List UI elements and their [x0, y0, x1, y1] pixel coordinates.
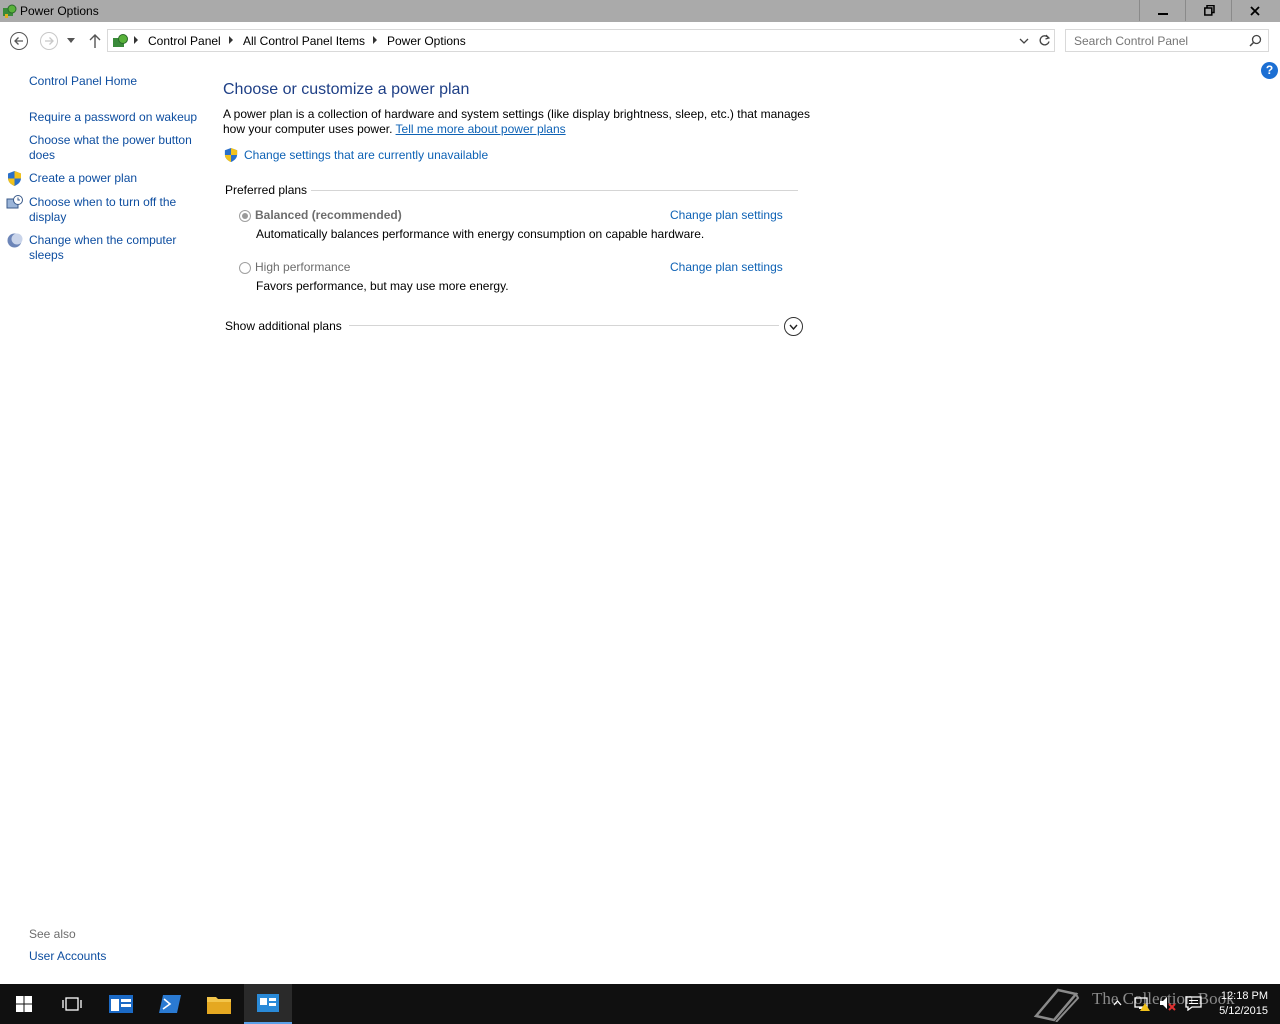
show-hidden-icons-button[interactable] — [1108, 994, 1126, 1012]
notification-icon — [1184, 995, 1202, 1011]
breadcrumb-control-panel[interactable]: Control Panel — [148, 34, 221, 48]
plan-radio-balanced[interactable] — [239, 210, 251, 222]
taskbar-server-manager[interactable] — [97, 984, 145, 1024]
sidebar-item-user-accounts[interactable]: User Accounts — [29, 949, 106, 964]
sidebar-item-turn-off-display[interactable]: Choose when to turn off the display — [29, 195, 199, 225]
plan-description-balanced: Automatically balances performance with … — [256, 227, 705, 241]
restore-icon — [1203, 5, 1215, 16]
clock-date: 5/12/2015 — [1219, 1005, 1268, 1017]
sidebar-item-power-button[interactable]: Choose what the power button does — [29, 133, 199, 163]
sidebar-item-require-password[interactable]: Require a password on wakeup — [29, 110, 197, 125]
chevron-up-icon — [1113, 1000, 1121, 1006]
sidebar-item-computer-sleeps[interactable]: Change when the computer sleeps — [29, 233, 199, 263]
sidebar-item-create-plan[interactable]: Create a power plan — [29, 171, 137, 186]
taskbar-control-panel[interactable] — [244, 984, 292, 1024]
close-button[interactable] — [1232, 0, 1278, 21]
tray-volume[interactable] — [1159, 994, 1177, 1012]
page-description: A power plan is a collection of hardware… — [223, 107, 823, 137]
address-dropdown-icon[interactable] — [1019, 38, 1029, 44]
moon-icon — [7, 233, 23, 248]
windows-logo-icon — [16, 996, 32, 1012]
up-button[interactable] — [84, 31, 106, 51]
see-also-heading: See also — [29, 927, 76, 941]
page-title: Choose or customize a power plan — [223, 81, 470, 98]
control-panel-icon — [113, 34, 128, 47]
restore-button[interactable] — [1186, 0, 1232, 21]
taskbar: The Collection Book 12:18 PM 5/12/2015 — [0, 984, 1280, 1024]
minimize-button[interactable] — [1140, 0, 1186, 21]
breadcrumb-all-items[interactable]: All Control Panel Items — [243, 34, 365, 48]
change-unavailable-settings-link[interactable]: Change settings that are currently unava… — [244, 148, 488, 162]
plan-name-high-performance[interactable]: High performance — [255, 260, 350, 274]
shield-icon — [8, 171, 21, 186]
divider — [349, 325, 779, 326]
breadcrumb-power-options[interactable]: Power Options — [387, 34, 466, 48]
back-arrow-icon — [10, 32, 28, 50]
sidebar-control-panel-home[interactable]: Control Panel Home — [29, 74, 137, 89]
taskbar-powershell[interactable] — [146, 984, 194, 1024]
volume-muted-icon — [1160, 997, 1176, 1011]
task-view-icon — [62, 997, 82, 1011]
plan-name-balanced[interactable]: Balanced (recommended) — [255, 208, 402, 222]
monitor-clock-icon — [6, 195, 23, 209]
chevron-down-icon — [67, 38, 75, 43]
powershell-icon — [159, 995, 181, 1013]
help-icon[interactable]: ? — [1261, 62, 1278, 79]
clock-time: 12:18 PM — [1220, 990, 1268, 1002]
up-arrow-icon — [89, 34, 101, 48]
task-view-button[interactable] — [48, 984, 96, 1024]
minimize-icon — [1158, 12, 1168, 15]
chevron-down-icon — [789, 324, 798, 330]
search-box[interactable] — [1065, 29, 1269, 52]
plan-radio-high-performance[interactable] — [239, 262, 251, 274]
close-icon — [1250, 5, 1260, 16]
tray-notifications[interactable] — [1184, 994, 1202, 1012]
change-plan-settings-high-performance[interactable]: Change plan settings — [670, 260, 783, 274]
search-icon[interactable] — [1249, 34, 1262, 47]
tray-action-center-flag[interactable] — [1133, 994, 1151, 1012]
taskbar-file-explorer[interactable] — [195, 984, 243, 1024]
forward-button[interactable] — [38, 31, 60, 51]
recent-locations-button[interactable] — [61, 31, 81, 51]
show-additional-plans-label[interactable]: Show additional plans — [225, 319, 342, 333]
back-button[interactable] — [8, 31, 30, 51]
start-button[interactable] — [0, 984, 48, 1024]
folder-icon — [207, 997, 231, 1014]
control-panel-icon — [257, 994, 279, 1012]
change-plan-settings-balanced[interactable]: Change plan settings — [670, 208, 783, 222]
radio-selected-dot — [242, 213, 248, 219]
plan-description-high-performance: Favors performance, but may use more ene… — [256, 279, 509, 293]
watermark-book-icon — [1033, 988, 1080, 1022]
divider — [311, 190, 798, 191]
expand-additional-plans-button[interactable] — [784, 317, 803, 336]
forward-arrow-icon — [40, 32, 58, 50]
search-input[interactable] — [1074, 33, 1239, 48]
power-options-icon — [3, 4, 17, 18]
learn-more-link[interactable]: Tell me more about power plans — [396, 122, 566, 136]
address-bar[interactable]: Control Panel All Control Panel Items Po… — [107, 29, 1055, 52]
network-warning-icon — [1134, 997, 1150, 1011]
shield-icon — [224, 147, 238, 163]
window-title: Power Options — [20, 4, 99, 18]
taskbar-clock[interactable]: 12:18 PM 5/12/2015 — [1212, 989, 1268, 1019]
title-bar: Power Options — [0, 0, 1280, 22]
server-manager-icon — [109, 995, 133, 1013]
breadcrumb-separator-icon — [373, 36, 377, 44]
preferred-plans-heading: Preferred plans — [225, 183, 308, 197]
refresh-icon[interactable] — [1038, 34, 1051, 47]
breadcrumb-separator-icon — [229, 36, 233, 44]
breadcrumb-separator-icon — [134, 36, 138, 44]
